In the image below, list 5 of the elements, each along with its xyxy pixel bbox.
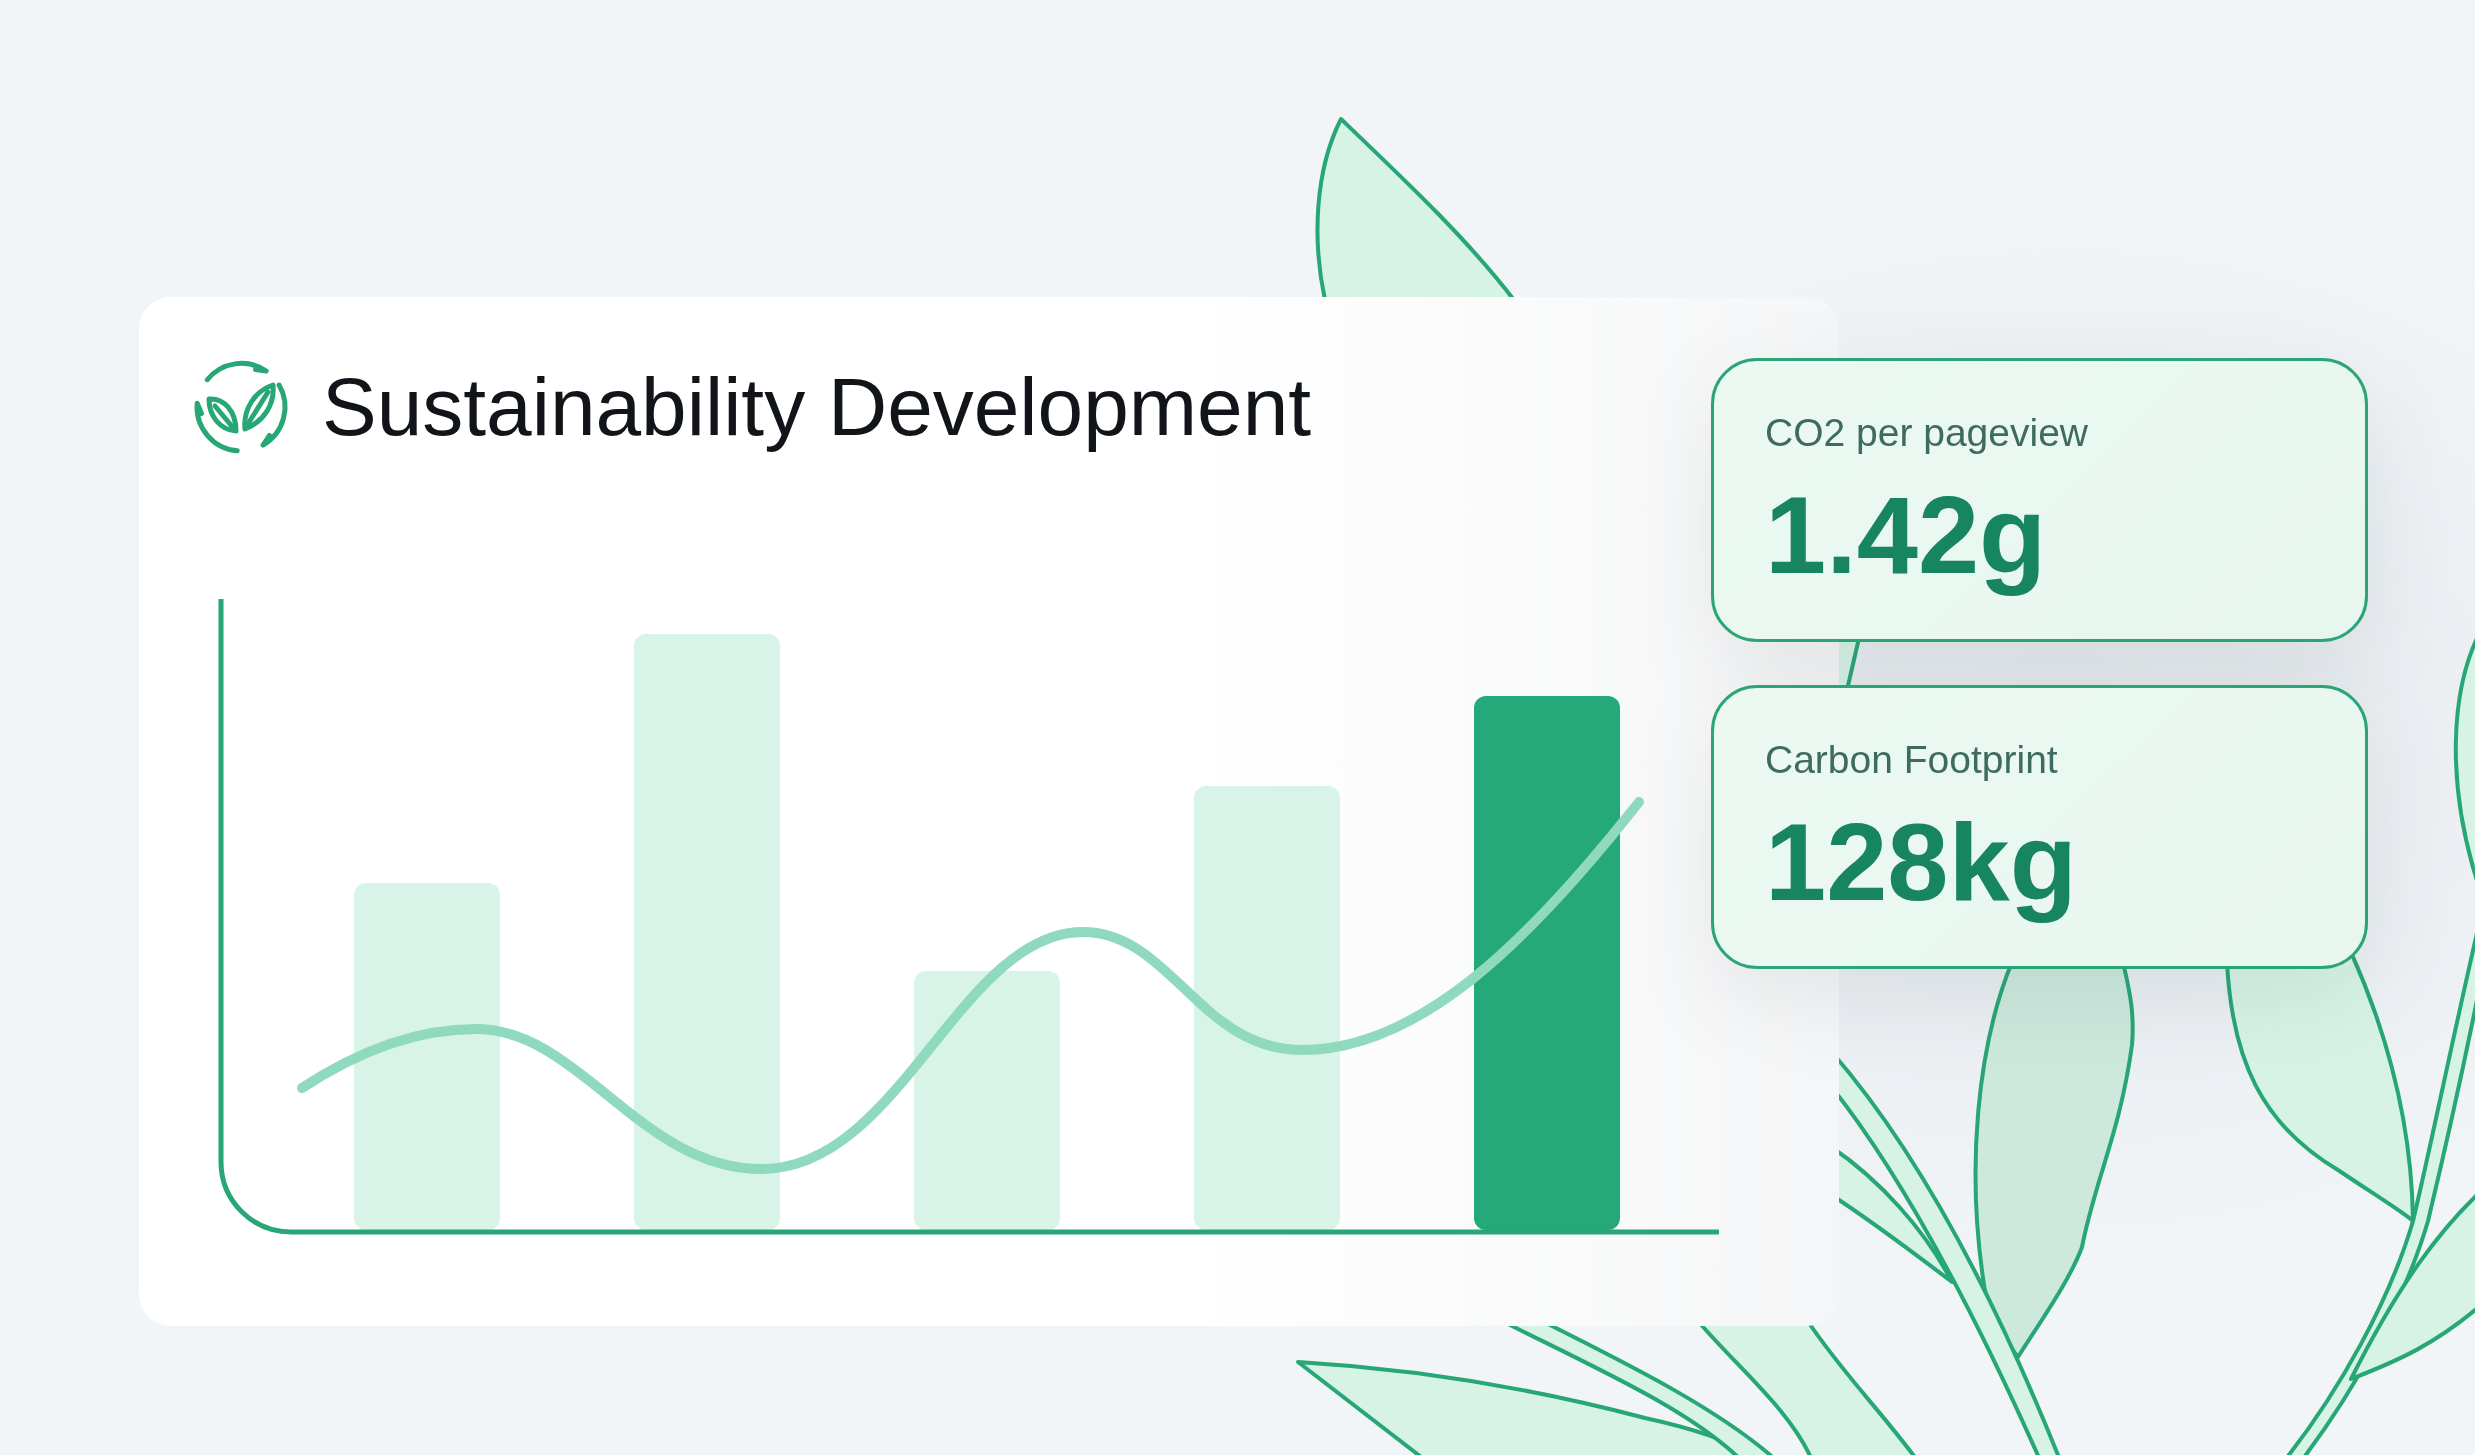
stat-label: Carbon Footprint [1765, 739, 2058, 781]
stat-value: 128kg [1765, 799, 2077, 925]
stat-label: CO2 per pageview [1765, 412, 2088, 454]
stat-value: 1.42g [1765, 472, 2047, 598]
card-title: Sustainability Development [322, 359, 1312, 454]
